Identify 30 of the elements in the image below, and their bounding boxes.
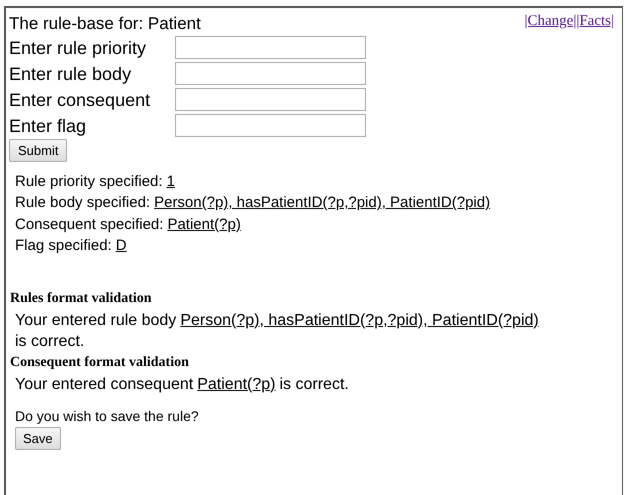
spec-label: Flag specified:: [15, 236, 112, 256]
save-prompt: Do you wish to save the rule?: [15, 406, 200, 426]
spec-value: D: [116, 236, 127, 256]
spec-value: Patient(?p): [167, 214, 241, 235]
validation-text: Your entered rule body: [15, 310, 176, 331]
validated-value: Person(?p), hasPatientID(?p,?pid), PatientID(?pid): [180, 310, 539, 331]
spec-value: 1: [166, 172, 175, 192]
page-title: The rule-base for: Patient: [9, 13, 201, 35]
validation-text: Your entered consequent: [15, 374, 194, 395]
validated-value: Patient(?p): [197, 374, 276, 395]
spec-value: Person(?p), hasPatientID(?p,?pid), PatientID(?pid): [154, 193, 490, 214]
section-heading: Consequent format validation: [10, 354, 190, 372]
save-button[interactable]: Save: [15, 426, 61, 450]
field-label: Enter consequent: [9, 88, 152, 110]
input-field[interactable]: [175, 114, 366, 137]
nav-link[interactable]: |Change|: [524, 12, 576, 30]
spec-label: Rule body specified:: [15, 193, 150, 214]
field-label: Enter rule priority: [9, 36, 148, 58]
nav-link[interactable]: |Facts|: [576, 12, 614, 30]
input-field[interactable]: [175, 62, 366, 85]
section-heading: Rules format validation: [10, 290, 153, 308]
input-field[interactable]: [175, 36, 366, 59]
field-label: Enter flag: [9, 114, 88, 136]
submit-button[interactable]: Submit: [9, 139, 68, 162]
spec-label: Rule priority specified:: [15, 172, 163, 192]
spec-label: Consequent specified:: [15, 214, 164, 235]
validation-text: is correct.: [279, 374, 349, 395]
field-label: Enter rule body: [9, 62, 132, 84]
input-field[interactable]: [175, 88, 366, 111]
validation-text: is correct.: [15, 332, 84, 352]
